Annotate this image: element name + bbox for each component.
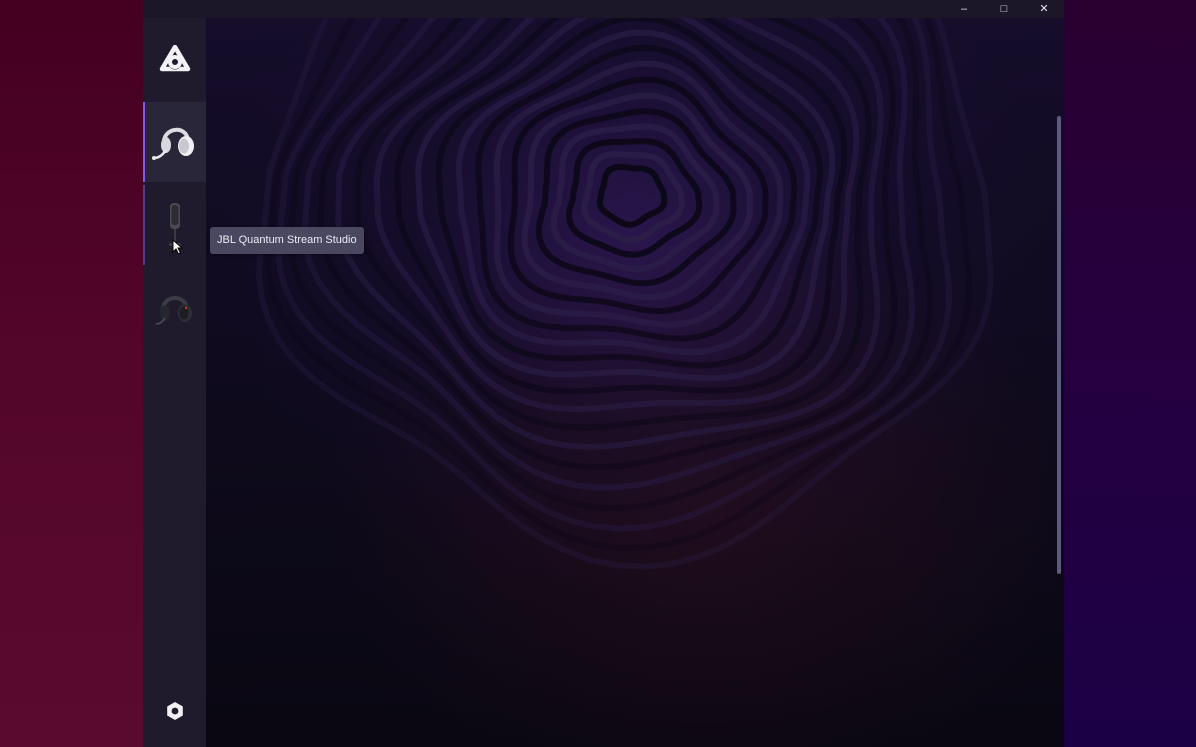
close-icon: ✕ — [1039, 3, 1049, 15]
desktop-background-left — [0, 0, 143, 747]
scrollbar-thumb[interactable] — [1057, 116, 1061, 574]
scrollbar[interactable] — [1054, 18, 1064, 747]
ripple-ring — [596, 163, 668, 228]
main-content — [206, 18, 1064, 747]
maximize-button[interactable]: □ — [984, 0, 1024, 18]
maximize-icon: □ — [1000, 3, 1008, 15]
app-window: – □ ✕ — [143, 0, 1064, 747]
device-tile-headset-white[interactable] — [143, 102, 206, 182]
minimize-icon: – — [960, 3, 968, 15]
ripple-ring — [550, 123, 720, 273]
white-gaming-headset-icon — [151, 128, 194, 160]
title-bar: – □ ✕ — [143, 0, 1064, 18]
app-logo[interactable] — [143, 40, 206, 80]
desktop-background-right — [1064, 0, 1196, 747]
selected-indicator — [143, 102, 145, 182]
minimize-button[interactable]: – — [944, 0, 984, 18]
settings-gear-icon — [166, 702, 183, 720]
mouse-cursor-icon — [172, 239, 184, 255]
close-button[interactable]: ✕ — [1024, 0, 1064, 18]
device-tile-headset-black[interactable] — [143, 268, 206, 348]
settings-button[interactable] — [143, 696, 206, 726]
jbl-quantum-engine-logo-icon — [159, 45, 190, 72]
sidebar — [143, 18, 206, 747]
hover-indicator — [143, 185, 145, 265]
black-gaming-headset-icon — [155, 296, 192, 325]
device-tooltip: JBL Quantum Stream Studio — [210, 227, 364, 254]
ripple-background-art — [255, 18, 994, 570]
